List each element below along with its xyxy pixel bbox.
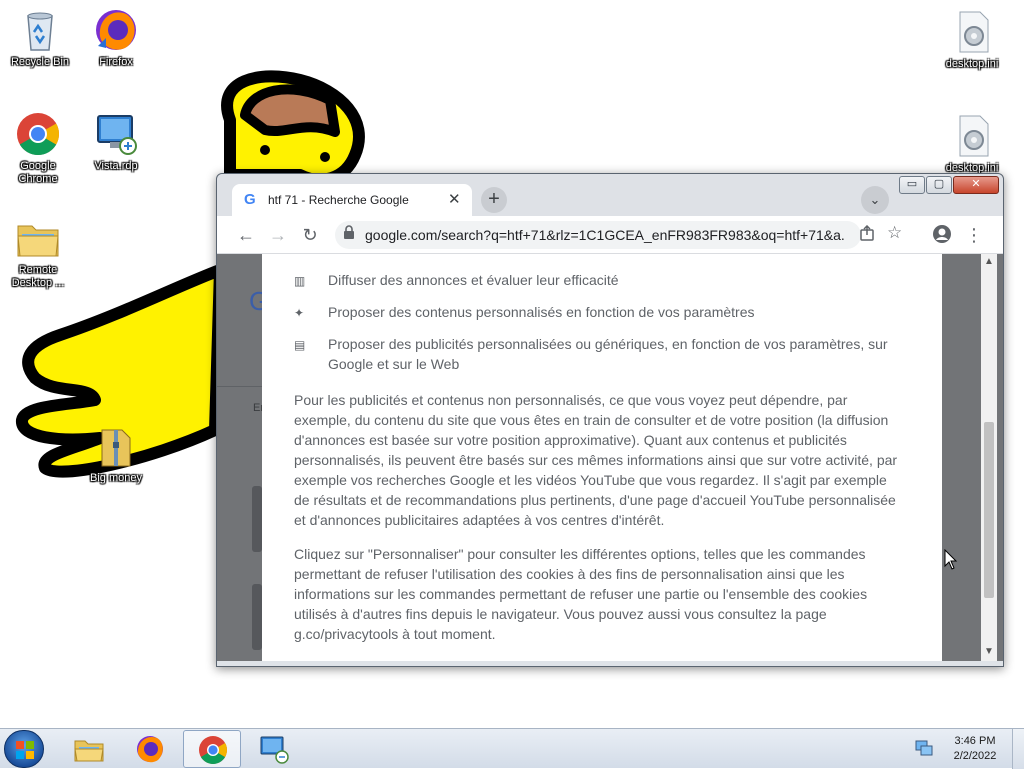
tab-active[interactable]: G htf 71 - Recherche Google ✕ (232, 184, 472, 216)
taskbar-firefox-button[interactable] (121, 730, 179, 768)
chrome-icon (199, 736, 227, 764)
mouse-cursor-icon (944, 549, 958, 570)
chrome-icon (14, 110, 62, 158)
show-desktop-button[interactable] (1012, 729, 1024, 769)
share-icon[interactable] (859, 224, 875, 244)
recycle-bin-icon (16, 6, 64, 54)
taskbar-chrome-button[interactable] (183, 730, 241, 768)
background-card (252, 584, 262, 650)
close-window-button[interactable]: ✕ (953, 176, 999, 194)
back-arrow-icon[interactable]: ← (235, 224, 257, 246)
new-tab-button[interactable]: + (481, 187, 507, 213)
desktop-icon-desktop-ini-2[interactable]: desktop.ini (934, 112, 1010, 175)
maximize-button[interactable]: ▢ (926, 176, 952, 194)
minimize-button[interactable]: ▭ (899, 176, 925, 194)
settings-file-icon (948, 112, 996, 160)
taskbar-rdp-button[interactable] (245, 730, 303, 768)
menu-kebab-icon[interactable]: ⋮ (963, 224, 985, 246)
desktop-icon-label: Recycle Bin (10, 56, 70, 68)
desktop-icon-label: Google Chrome (18, 160, 58, 185)
google-favicon-icon: G (244, 191, 256, 208)
scroll-down-arrow-icon[interactable]: ▼ (984, 646, 994, 657)
consent-dialog: ▥ Diffuser des annonces et évaluer leur … (262, 254, 942, 661)
forward-arrow-icon[interactable]: → (267, 224, 289, 246)
clock-time: 3:46 PM (954, 735, 996, 747)
profile-avatar-icon[interactable] (931, 224, 953, 246)
taskbar-explorer-button[interactable] (60, 730, 118, 768)
background-divider (217, 386, 262, 387)
tab-title: htf 71 - Recherche Google (268, 193, 409, 207)
consent-option-text: Proposer des contenus personnalisés en f… (328, 304, 755, 320)
reload-icon[interactable]: ↻ (299, 224, 321, 246)
consent-option: ▤ Proposer des publicités personnalisées… (294, 334, 914, 374)
url-text[interactable]: google.com/search?q=htf+71&rlz=1C1GCEA_e… (365, 227, 845, 243)
settings-file-icon (948, 8, 996, 56)
consent-paragraph: Pour les publicités et contenus non pers… (294, 392, 898, 528)
tab-search-chevron-down-icon[interactable]: ⌄ (861, 186, 889, 214)
consent-option-text: Proposer des publicités personnalisées o… (328, 336, 888, 372)
desktop-icon-label: Big money (90, 472, 142, 484)
address-bar[interactable]: google.com/search?q=htf+71&rlz=1C1GCEA_e… (335, 221, 902, 249)
desktop-icon-firefox[interactable]: Firefox (78, 6, 154, 69)
folder-icon (14, 214, 62, 262)
consent-option-text: Diffuser des annonces et évaluer leur ef… (328, 272, 619, 288)
bar-chart-icon: ▥ (294, 274, 306, 288)
taskbar: 3:46 PM 2/2/2022 (0, 728, 1024, 769)
desktop-icon-label: Firefox (99, 56, 133, 68)
network-tray-icon[interactable] (915, 739, 933, 757)
rdp-icon (260, 736, 289, 764)
windows-logo-icon (16, 741, 34, 759)
desktop-icon-label: desktop.ini (945, 58, 999, 70)
explorer-icon (74, 740, 104, 762)
consent-option: ✦ Proposer des contenus personnalisés en… (294, 302, 914, 322)
desktop-icon-vista-rdp[interactable]: Vista.rdp (78, 110, 154, 173)
scrollbar-thumb[interactable] (984, 422, 994, 598)
bookmark-star-icon[interactable]: ☆ (887, 223, 902, 243)
chrome-window[interactable]: G htf 71 - Recherche Google ✕ + ⌄ ▭ ▢ ✕ … (216, 173, 1004, 667)
page-viewport[interactable]: G Er ▥ Diffuser des annonces et évaluer … (217, 254, 1003, 661)
system-clock[interactable]: 3:46 PM 2/2/2022 (946, 734, 1004, 764)
consent-paragraph: Cliquez sur "Personnaliser" pour consult… (294, 546, 868, 642)
desktop-icon-desktop-ini-1[interactable]: desktop.ini (934, 8, 1010, 71)
browser-toolbar: ← → ↻ google.com/search?q=htf+71&rlz=1C1… (217, 216, 1003, 254)
desktop-icon-big-money[interactable]: Big money (78, 422, 154, 485)
sparkle-icon: ✦ (294, 306, 305, 320)
tab-close-icon[interactable]: ✕ (448, 190, 461, 208)
lock-icon (343, 225, 355, 242)
desktop-icon-recycle-bin[interactable]: Recycle Bin (2, 6, 78, 69)
ad-icon: ▤ (294, 338, 306, 352)
consent-option: ▥ Diffuser des annonces et évaluer leur … (294, 270, 914, 290)
desktop-icon-label: Vista.rdp (94, 160, 138, 172)
clock-date: 2/2/2022 (953, 750, 997, 762)
vertical-scrollbar[interactable]: ▲ ▼ (981, 254, 997, 661)
rdp-file-icon (92, 110, 140, 158)
start-button[interactable] (4, 730, 44, 768)
zip-folder-icon (92, 422, 140, 470)
firefox-icon (137, 736, 163, 763)
desktop-icon-label: Remote Desktop ... (11, 264, 65, 289)
desktop-icon-google-chrome[interactable]: Google Chrome (0, 110, 76, 186)
desktop-icon-remote-desktop[interactable]: Remote Desktop ... (0, 214, 76, 290)
firefox-icon (92, 6, 140, 54)
tab-strip: G htf 71 - Recherche Google ✕ + ⌄ ▭ ▢ ✕ (217, 174, 1003, 216)
scroll-up-arrow-icon[interactable]: ▲ (984, 256, 994, 267)
background-card (252, 486, 262, 552)
